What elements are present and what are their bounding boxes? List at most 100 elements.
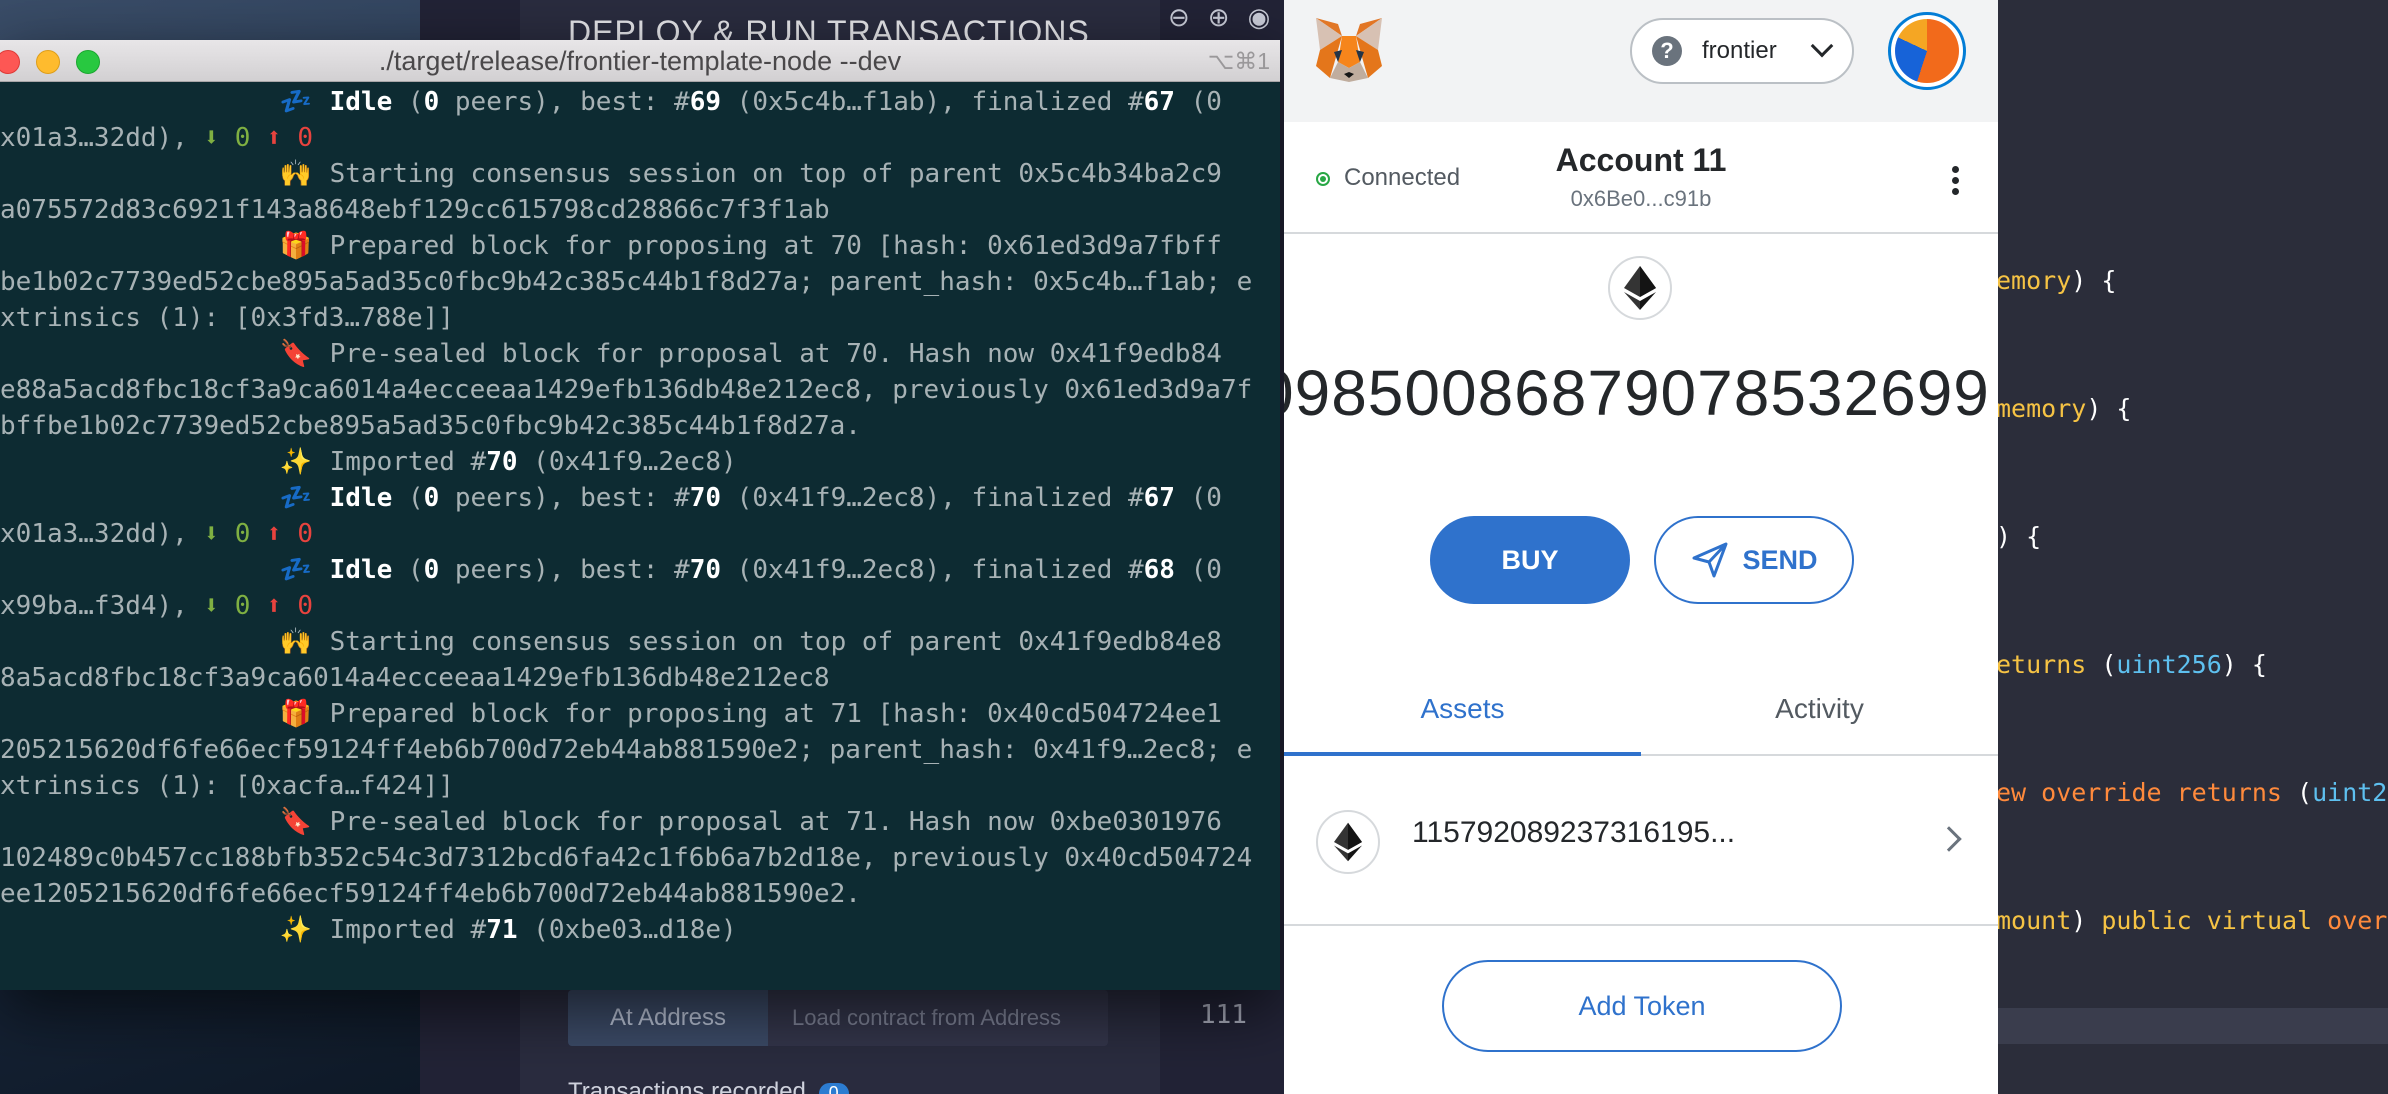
terminal-text: ⬇ 0 [203, 591, 251, 621]
terminal-text: 102489c0b457cc188bfb352c54c3d7312bcd6fa4… [0, 843, 1253, 873]
metamask-header: ? frontier [1284, 0, 1998, 122]
terminal-line: 💤 Idle (0 peers), best: #70 (0x41f9…2ec8… [0, 552, 1280, 588]
terminal-text: 70 [689, 483, 722, 513]
terminal-window[interactable]: ./target/release/frontier-template-node … [0, 40, 1280, 990]
terminal-text: (0x5c4b…f1ab), finalized # [721, 87, 1144, 117]
zoom-in-icon[interactable]: ⊕ [1208, 2, 1230, 33]
terminal-title: ./target/release/frontier-template-node … [378, 46, 902, 76]
chevron-down-icon [1810, 34, 1834, 58]
terminal-line: 🎁 Prepared block for proposing at 71 [ha… [0, 696, 1280, 732]
code-editor[interactable]: emory) { memory) { ) { eturns (uint256) … [1996, 0, 2388, 1094]
terminal-line: 🙌 Starting consensus session on top of p… [0, 624, 1280, 660]
terminal-line: 💤 Idle (0 peers), best: #70 (0x41f9…2ec8… [0, 480, 1280, 516]
log-emoji-icon: 🔖 [279, 807, 313, 837]
terminal-text: e88a5acd8fbc18cf3a9ca6014a4ecceeaa1429ef… [0, 375, 1253, 405]
log-emoji-icon: 🎁 [279, 231, 313, 261]
terminal-line: be1b02c7739ed52cbe895a5ad35c0fbc9b42c385… [0, 264, 1280, 300]
metamask-fox-logo [1316, 18, 1382, 82]
zoom-out-icon[interactable]: ⊖ [1168, 2, 1190, 33]
code-line: ) { [1996, 522, 2042, 551]
terminal-text: (0x41f9…2ec8), finalized # [721, 555, 1144, 585]
terminal-text: x01a3…32dd), [0, 123, 204, 153]
ethereum-icon [1316, 810, 1380, 874]
terminal-line: x99ba…f3d4), ⬇ 0 ⬆ 0 [0, 588, 1280, 624]
network-name: frontier [1702, 37, 1777, 64]
account-address[interactable]: 0x6Be0...c91b [1284, 186, 1998, 212]
terminal-line: bffbe1b02c7739ed52cbe895a5ad35c0fbc9b42c… [0, 408, 1280, 444]
terminal-text: ( [392, 87, 424, 117]
terminal-text: bffbe1b02c7739ed52cbe895a5ad35c0fbc9b42c… [0, 411, 861, 441]
add-token-button[interactable]: Add Token [1442, 960, 1842, 1052]
terminal-text: 71 [486, 915, 518, 945]
line-number: 111 [1200, 1000, 1247, 1030]
terminal-text: Prepared block for proposing at 71 [hash… [329, 699, 1222, 729]
terminal-text: peers), best: # [439, 483, 690, 513]
terminal-text: (0 [1174, 87, 1222, 117]
send-button[interactable]: SEND [1654, 516, 1854, 604]
terminal-line: ✨ Imported #70 (0x41f9…2ec8) [0, 444, 1280, 480]
terminal-text: Imported # [329, 447, 487, 477]
send-button-label: SEND [1742, 544, 1818, 575]
terminal-output[interactable]: 💤 Idle (0 peers), best: #69 (0x5c4b…f1ab… [0, 82, 1280, 990]
terminal-line: 205215620df6fe66ecf59124ff4eb6b700d72eb4… [0, 732, 1280, 768]
terminal-titlebar[interactable]: ./target/release/frontier-template-node … [0, 40, 1280, 82]
log-emoji-icon: 🔖 [279, 339, 313, 369]
asset-balance: 115792089237316195... [1412, 816, 1736, 849]
terminal-text: 68 [1143, 555, 1175, 585]
tab-assets[interactable]: Assets [1284, 664, 1641, 756]
terminal-text: ( [392, 555, 424, 585]
terminal-text: ⬆ 0 [266, 591, 314, 621]
terminal-text: xtrinsics (1): [0x3fd3…788e]] [0, 303, 454, 333]
log-emoji-icon: 💤 [279, 555, 313, 585]
terminal-text: 0 [423, 87, 440, 117]
terminal-line: e88a5acd8fbc18cf3a9ca6014a4ecceeaa1429ef… [0, 372, 1280, 408]
terminal-shortcut: ⌥⌘1 [1207, 48, 1270, 74]
buy-button[interactable]: BUY [1430, 516, 1630, 604]
account-name[interactable]: Account 11 [1284, 142, 1998, 179]
terminal-text: (0x41f9…2ec8) [517, 447, 737, 477]
account-options-menu-icon[interactable] [1952, 166, 1960, 199]
log-emoji-icon: 🙌 [279, 159, 313, 189]
account-avatar[interactable] [1888, 12, 1966, 90]
account-balance: 09850086879078532699 [1284, 357, 1990, 429]
load-contract-address-input[interactable]: Load contract from Address [768, 990, 1108, 1046]
terminal-line: xtrinsics (1): [0x3fd3…788e]] [0, 300, 1280, 336]
terminal-text: ⬇ 0 [203, 123, 251, 153]
network-selector[interactable]: ? frontier [1630, 18, 1854, 84]
terminal-text: Starting consensus session on top of par… [329, 627, 1222, 657]
tab-activity[interactable]: Activity [1641, 664, 1998, 754]
terminal-text: Pre-sealed block for proposal at 71. Has… [329, 807, 1222, 837]
terminal-text: peers), best: # [439, 87, 690, 117]
terminal-text: Imported # [329, 915, 487, 945]
transactions-recorded-header[interactable]: Transactions recorded 0 [568, 1078, 849, 1094]
remix-logo-icon: ◉ [1247, 2, 1271, 32]
asset-list-item[interactable]: 115792089237316195... [1284, 756, 1998, 926]
question-icon: ? [1652, 36, 1682, 66]
chevron-down-icon[interactable]: ⌄ [1084, 1080, 1104, 1094]
terminal-text: 0 [423, 555, 440, 585]
terminal-text: 70 [486, 447, 518, 477]
terminal-text: xtrinsics (1): [0xacfa…f424]] [0, 771, 454, 801]
terminal-line: ✨ Imported #71 (0xbe03…d18e) [0, 912, 1280, 948]
terminal-text: x01a3…32dd), [0, 519, 204, 549]
terminal-text: ⬆ 0 [266, 123, 314, 153]
chevron-right-icon [1936, 826, 1962, 852]
terminal-text: ( [392, 483, 424, 513]
terminal-text: Idle [329, 555, 393, 585]
terminal-text: ee1205215620df6fe66ecf59124ff4eb6b700d72… [0, 879, 861, 909]
log-emoji-icon: ✨ [279, 447, 313, 477]
editor-toolbar: ⊖ ⊕ ◉ [1168, 2, 1270, 33]
terminal-line: x01a3…32dd), ⬇ 0 ⬆ 0 [0, 120, 1280, 156]
at-address-button[interactable]: At Address [568, 990, 768, 1046]
terminal-line: 102489c0b457cc188bfb352c54c3d7312bcd6fa4… [0, 840, 1280, 876]
code-line: mount) public virtual overri [1996, 906, 2388, 935]
terminal-text: 205215620df6fe66ecf59124ff4eb6b700d72eb4… [0, 735, 1253, 765]
terminal-text: 0 [423, 483, 440, 513]
code-line: ew override returns (uint256 [1996, 778, 2388, 807]
terminal-line: x01a3…32dd), ⬇ 0 ⬆ 0 [0, 516, 1280, 552]
terminal-line: a075572d83c6921f143a8648ebf129cc615798cd… [0, 192, 1280, 228]
terminal-text: Pre-sealed block for proposal at 70. Has… [329, 339, 1222, 369]
transactions-recorded-label: Transactions recorded [568, 1078, 806, 1094]
terminal-text: a075572d83c6921f143a8648ebf129cc615798cd… [0, 195, 830, 225]
terminal-text: 8a5acd8fbc18cf3a9ca6014a4ecceeaa1429efb1… [0, 663, 830, 693]
